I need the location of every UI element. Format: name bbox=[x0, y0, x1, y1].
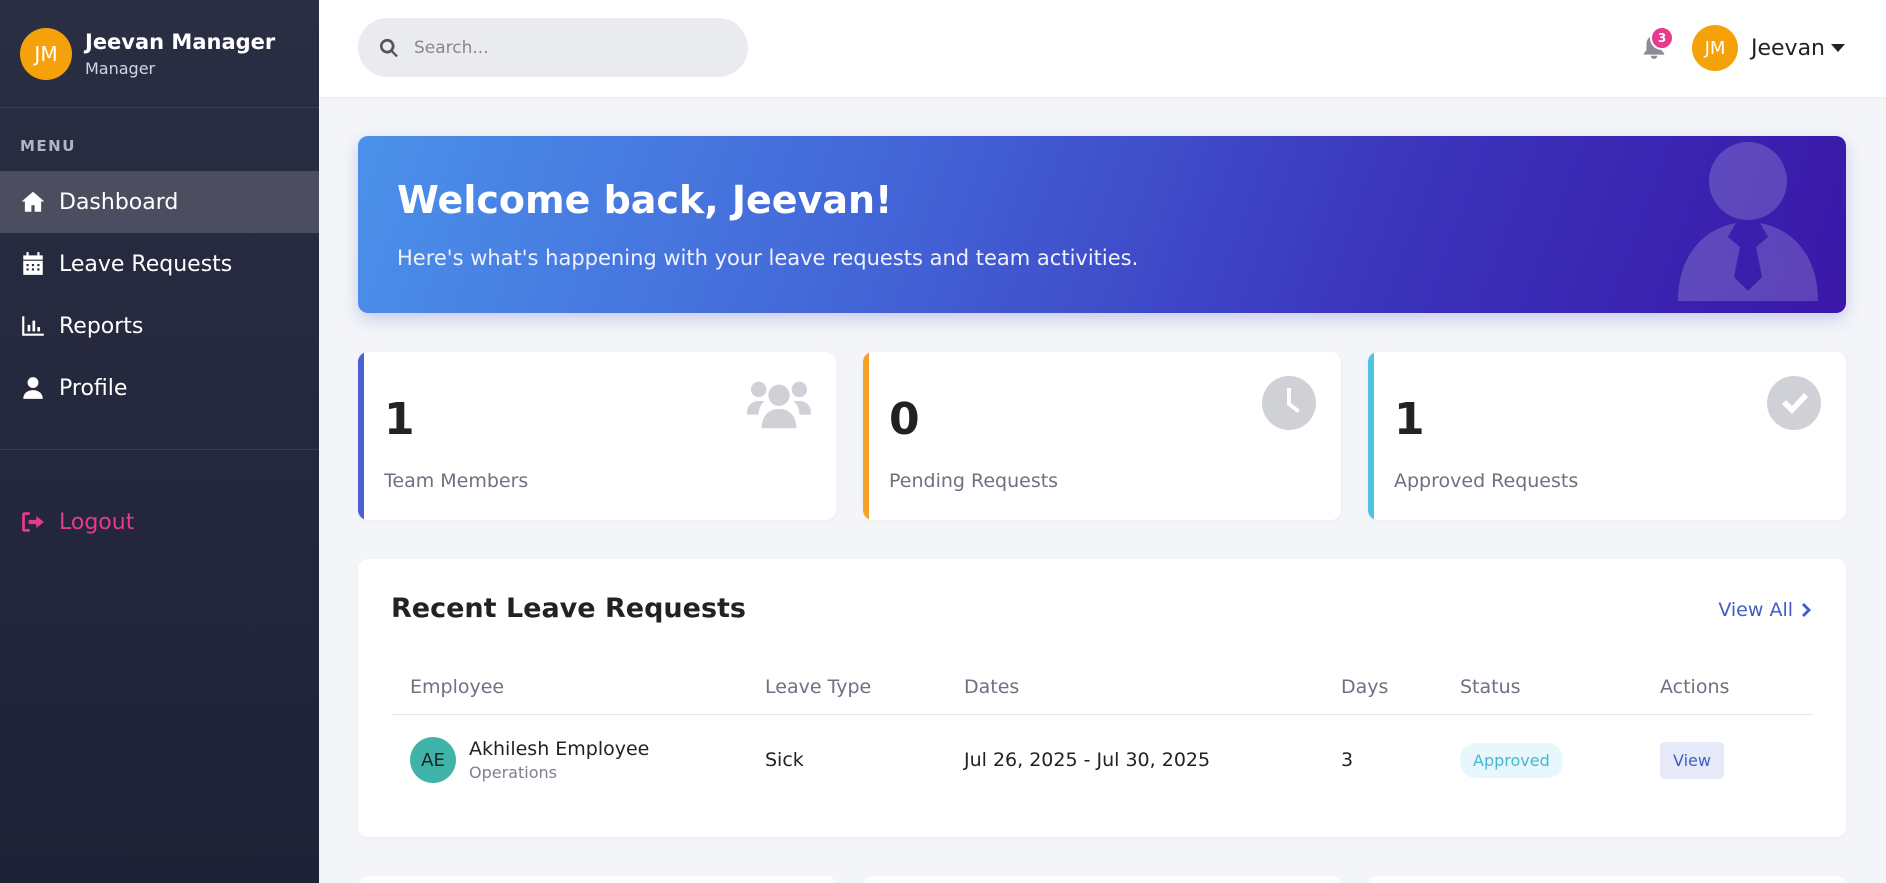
sign-out-icon bbox=[22, 512, 44, 532]
bottom-card bbox=[1368, 876, 1846, 883]
column-header: Dates bbox=[964, 675, 1020, 698]
sidebar-item-dashboard[interactable]: Dashboard bbox=[0, 171, 319, 233]
stat-card-approved-requests: 1 Approved Requests bbox=[1368, 352, 1846, 520]
clock-icon bbox=[1252, 376, 1316, 430]
column-header: Actions bbox=[1660, 675, 1730, 698]
stat-card-pending-requests: 0 Pending Requests bbox=[863, 352, 1341, 520]
banner-subtitle: Here's what's happening with your leave … bbox=[397, 246, 1139, 270]
view-all-label: View All bbox=[1718, 599, 1793, 621]
stat-value: 0 bbox=[889, 394, 920, 445]
column-header: Leave Type bbox=[765, 675, 872, 698]
home-icon bbox=[21, 191, 45, 212]
employee-cell: AE Akhilesh Employee Operations bbox=[410, 737, 765, 783]
bottom-card bbox=[358, 876, 836, 883]
view-button[interactable]: View bbox=[1660, 741, 1724, 779]
search-bar[interactable] bbox=[358, 18, 748, 77]
banner-title: Welcome back, Jeevan! bbox=[397, 178, 893, 222]
sidebar: JM Jeevan Manager Manager MENU Dashboard… bbox=[0, 0, 319, 883]
sidebar-item-profile[interactable]: Profile bbox=[0, 357, 319, 419]
employee-name: Akhilesh Employee bbox=[469, 738, 650, 760]
column-header: Employee bbox=[410, 675, 505, 698]
caret-down-icon bbox=[1831, 44, 1846, 52]
avatar: AE bbox=[410, 737, 456, 783]
days-cell: 3 bbox=[1341, 749, 1354, 771]
stat-label: Pending Requests bbox=[889, 470, 1059, 492]
welcome-banner: Welcome back, Jeevan! Here's what's happ… bbox=[358, 136, 1846, 313]
stat-label: Approved Requests bbox=[1394, 470, 1579, 492]
dates-cell: Jul 26, 2025 - Jul 30, 2025 bbox=[964, 749, 1211, 771]
table-header: Employee Leave Type Dates Days Status Ac… bbox=[391, 659, 1813, 715]
users-icon bbox=[747, 376, 811, 430]
profile-name: Jeevan Manager bbox=[85, 30, 276, 54]
sidebar-item-leave-requests[interactable]: Leave Requests bbox=[0, 233, 319, 295]
sidebar-item-label: Dashboard bbox=[59, 189, 179, 215]
sidebar-item-label: Reports bbox=[59, 313, 144, 339]
stat-accent-bar bbox=[863, 352, 869, 520]
sidebar-item-reports[interactable]: Reports bbox=[0, 295, 319, 357]
bottom-card bbox=[863, 876, 1341, 883]
logout-button[interactable]: Logout bbox=[0, 491, 319, 553]
chart-bar-icon bbox=[22, 316, 44, 336]
employee-department: Operations bbox=[469, 763, 557, 782]
user-menu[interactable]: JM Jeevan bbox=[1692, 25, 1846, 71]
stat-label: Team Members bbox=[384, 470, 529, 492]
stat-value: 1 bbox=[384, 394, 415, 445]
search-icon bbox=[379, 38, 398, 57]
user-name: Jeevan bbox=[1751, 35, 1826, 61]
chevron-right-icon bbox=[1802, 603, 1811, 617]
table-row: AE Akhilesh Employee Operations Sick Jul… bbox=[391, 715, 1813, 805]
section-title: Recent Leave Requests bbox=[391, 593, 747, 624]
check-circle-icon bbox=[1757, 376, 1821, 430]
stat-value: 1 bbox=[1394, 394, 1425, 445]
topbar: 3 JM Jeevan bbox=[319, 0, 1886, 97]
status-badge: Approved bbox=[1460, 742, 1563, 778]
logout-label: Logout bbox=[59, 509, 135, 535]
avatar: JM bbox=[1692, 25, 1738, 71]
sidebar-profile: JM Jeevan Manager Manager bbox=[0, 0, 319, 108]
leave-requests-table: Employee Leave Type Dates Days Status Ac… bbox=[391, 659, 1813, 805]
search-input[interactable] bbox=[414, 37, 734, 58]
stat-accent-bar bbox=[1368, 352, 1374, 520]
recent-leave-requests: Recent Leave Requests View All Employee … bbox=[358, 559, 1846, 837]
menu-title: MENU bbox=[20, 137, 76, 155]
stat-accent-bar bbox=[358, 352, 364, 520]
column-header: Status bbox=[1460, 675, 1521, 698]
column-header: Days bbox=[1341, 675, 1389, 698]
stat-card-team-members: 1 Team Members bbox=[358, 352, 836, 520]
user-icon bbox=[23, 377, 43, 399]
sidebar-divider bbox=[0, 449, 319, 450]
sidebar-item-label: Profile bbox=[59, 375, 128, 401]
user-tie-icon bbox=[1678, 141, 1818, 313]
leave-type-cell: Sick bbox=[765, 749, 804, 771]
avatar: JM bbox=[20, 27, 72, 80]
sidebar-item-label: Leave Requests bbox=[59, 251, 233, 277]
view-all-link[interactable]: View All bbox=[1718, 599, 1813, 621]
calendar-icon bbox=[23, 252, 43, 275]
profile-role: Manager bbox=[85, 59, 156, 78]
notification-badge: 3 bbox=[1650, 26, 1674, 50]
